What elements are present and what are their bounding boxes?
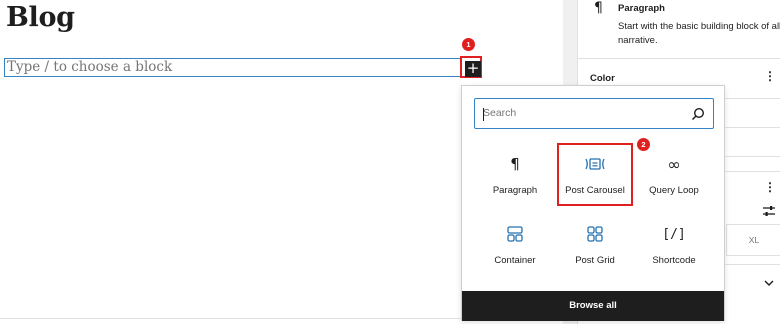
block-option-query-loop[interactable]: ∞ Query Loop	[634, 142, 714, 206]
block-card-title: Paragraph	[618, 3, 665, 14]
post-title[interactable]: Blog	[6, 2, 75, 33]
font-size-xl-option[interactable]: XL	[726, 224, 780, 256]
block-inserter-popover: ¶ Paragraph Post Carousel 2 ∞ Query Loop	[461, 85, 725, 321]
block-search-field[interactable]	[474, 98, 714, 129]
sidebar-divider	[578, 58, 780, 59]
block-option-container[interactable]: Container	[475, 212, 555, 276]
chevron-down-icon[interactable]	[764, 279, 774, 287]
step-1-badge: 1	[462, 38, 475, 51]
block-appender-input[interactable]: Type / to choose a block	[4, 58, 461, 77]
block-appender-placeholder: Type / to choose a block	[7, 59, 173, 75]
block-search-input[interactable]	[483, 107, 683, 119]
block-card-description: Start with the basic building block of a…	[618, 21, 780, 46]
typography-options-menu-icon[interactable]: ⋮	[764, 181, 776, 193]
browse-all-button[interactable]: Browse all	[462, 291, 724, 321]
block-option-shortcode[interactable]: [/] Shortcode	[634, 212, 714, 276]
query-loop-icon: ∞	[667, 154, 681, 174]
block-option-label: Container	[494, 255, 536, 266]
block-option-label: Post Grid	[575, 255, 615, 266]
post-carousel-highlight	[557, 143, 633, 206]
plus-icon: +	[465, 59, 481, 77]
search-icon	[691, 107, 705, 121]
block-option-label: Query Loop	[649, 185, 699, 196]
block-option-label: Paragraph	[492, 185, 538, 196]
post-grid-icon	[555, 224, 635, 244]
block-inserter-button[interactable]: +	[460, 56, 482, 78]
paragraph-icon: ¶	[510, 155, 520, 173]
block-option-paragraph[interactable]: ¶ Paragraph	[475, 142, 555, 206]
text-cursor	[483, 108, 484, 121]
block-option-label: Shortcode	[652, 255, 696, 266]
shortcode-icon: [/]	[662, 226, 686, 242]
color-panel-heading[interactable]: Color	[590, 73, 615, 84]
paragraph-block-icon: ¶	[594, 0, 603, 16]
color-options-menu-icon[interactable]: ⋮	[764, 70, 776, 82]
settings-sliders-icon[interactable]	[762, 205, 776, 217]
container-icon	[475, 224, 555, 244]
block-option-post-grid[interactable]: Post Grid	[555, 212, 635, 276]
